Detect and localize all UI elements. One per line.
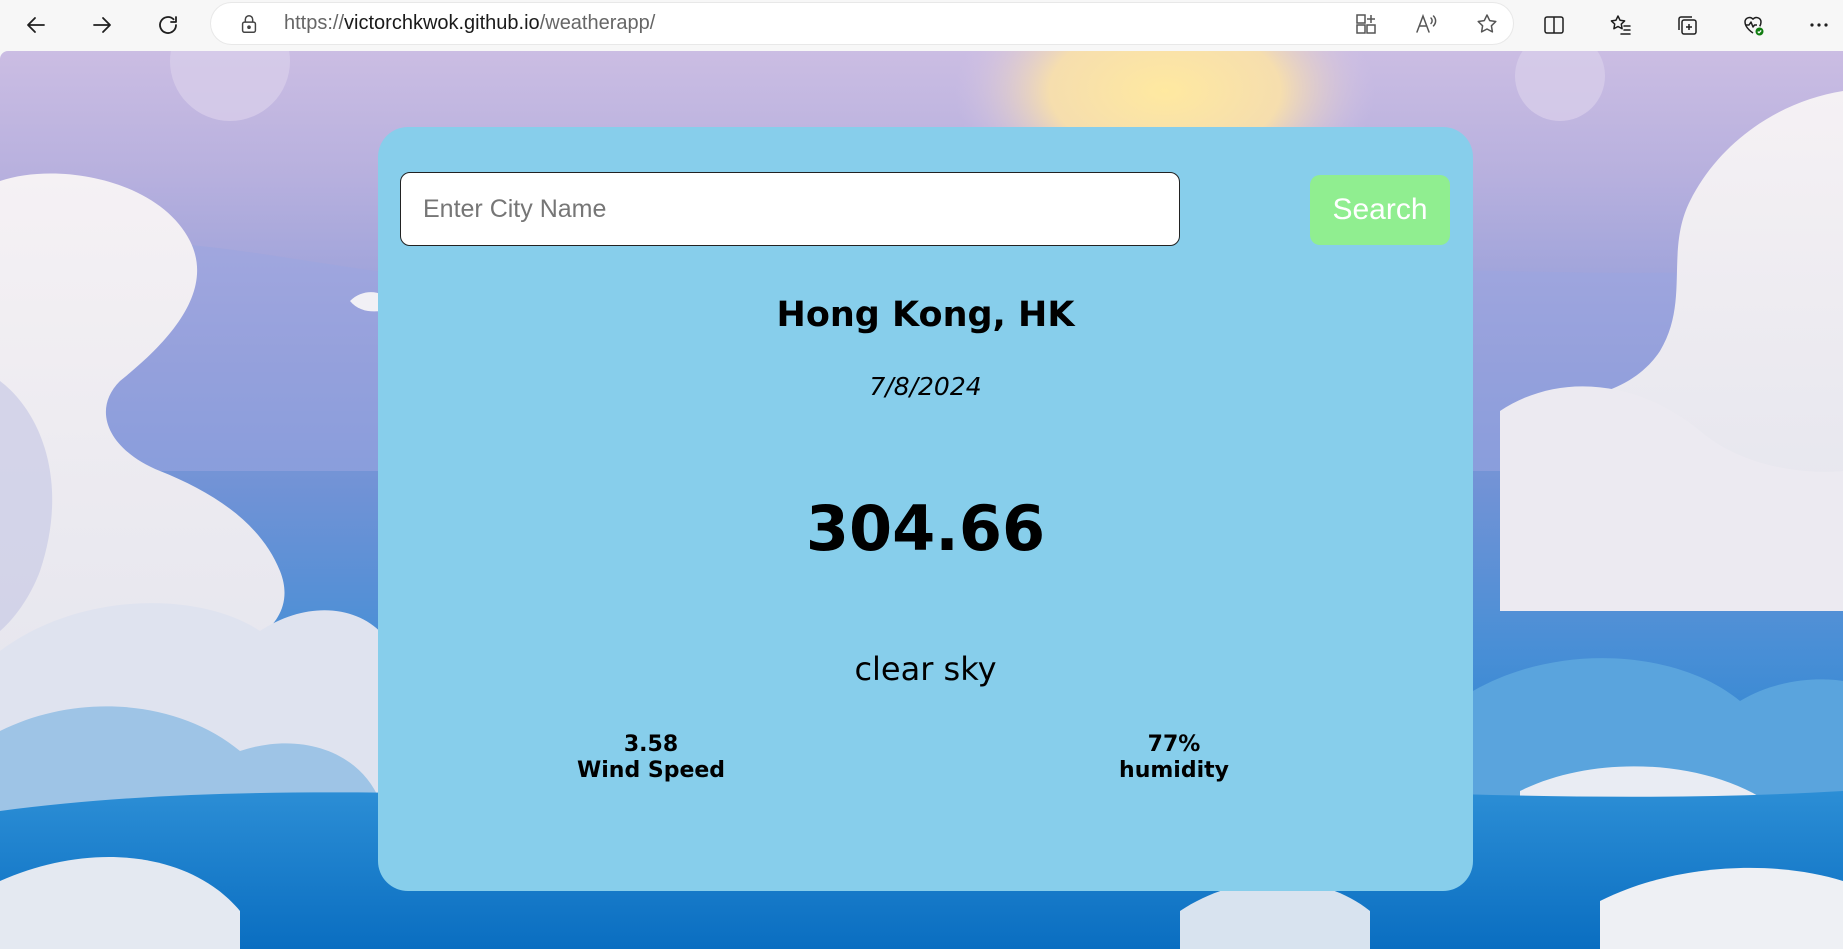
weather-description: clear sky (854, 650, 997, 688)
url-text[interactable]: https://victorchkwok.github.io/weatherap… (284, 12, 655, 35)
date-text: 7/8/2024 (869, 372, 982, 401)
city-name: Hong Kong, HK (776, 295, 1075, 335)
address-bar[interactable]: https://victorchkwok.github.io/weatherap… (211, 3, 1513, 44)
forward-arrow-icon[interactable] (83, 6, 121, 44)
humidity-value: 77% (1147, 732, 1201, 757)
more-icon[interactable] (1800, 6, 1838, 44)
collections-icon[interactable] (1668, 6, 1706, 44)
split-screen-icon[interactable] (1535, 6, 1573, 44)
url-path: /weatherapp/ (539, 12, 656, 34)
refresh-icon[interactable] (149, 6, 187, 44)
page-viewport: Search Hong Kong, HK 7/8/2024 304.66 cle… (0, 51, 1843, 949)
wind-speed-label: Wind Speed (576, 758, 726, 783)
lock-icon[interactable] (238, 13, 260, 35)
temperature-value: 304.66 (805, 492, 1046, 565)
back-arrow-icon[interactable] (17, 6, 55, 44)
favorites-icon[interactable] (1602, 6, 1640, 44)
url-host: victorchkwok.github.io (344, 12, 540, 34)
read-aloud-icon[interactable] (1414, 12, 1438, 36)
browser-essentials-icon[interactable] (1734, 6, 1772, 44)
city-search-input[interactable] (400, 172, 1180, 246)
url-scheme: https:// (284, 12, 345, 34)
weather-card: Search Hong Kong, HK 7/8/2024 304.66 cle… (378, 127, 1473, 891)
humidity-label: humidity (1119, 758, 1229, 783)
star-icon[interactable] (1475, 12, 1499, 36)
wind-speed-value: 3.58 (623, 732, 679, 757)
humidity-stat: 77% humidity (1064, 732, 1284, 784)
browser-toolbar: https://victorchkwok.github.io/weatherap… (0, 0, 1843, 50)
search-button[interactable]: Search (1310, 175, 1450, 245)
app-available-icon[interactable] (1354, 12, 1378, 36)
wind-speed-stat: 3.58 Wind Speed (541, 732, 761, 784)
